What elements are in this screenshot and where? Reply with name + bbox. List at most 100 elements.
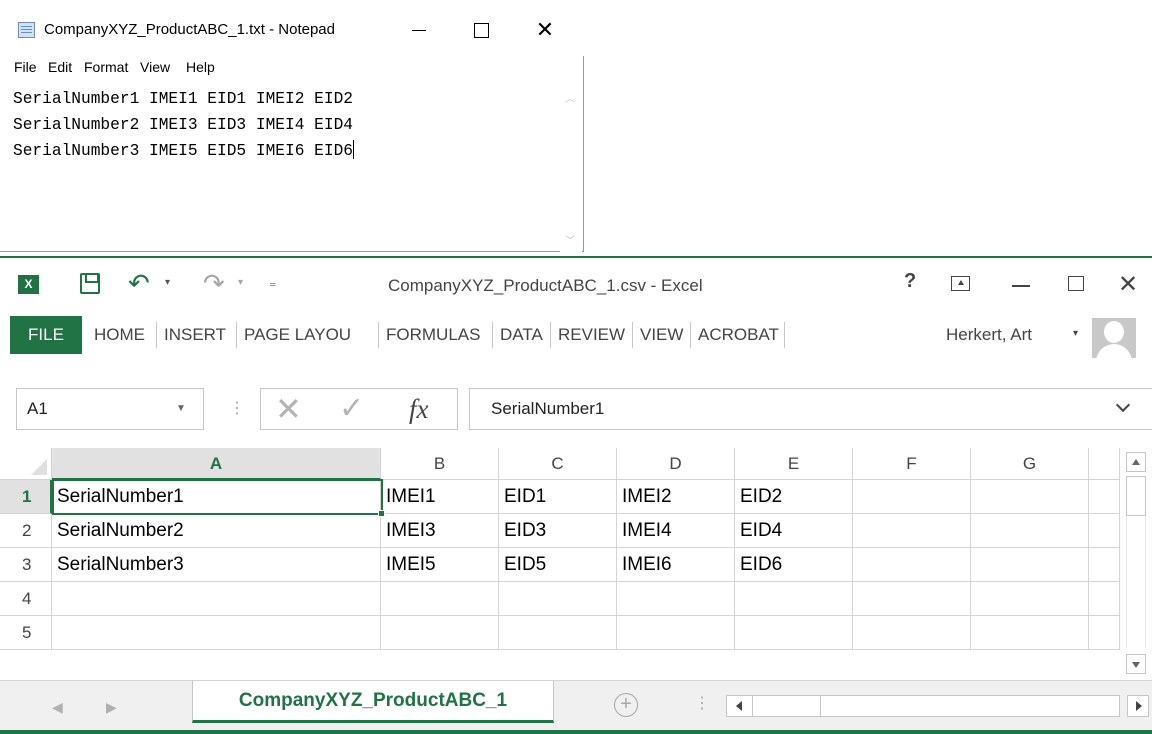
notepad-text-area[interactable]: SerialNumber1 IMEI1 EID1 IMEI2 EID2 Seri…	[0, 80, 560, 250]
scroll-down-icon[interactable]	[1126, 654, 1146, 674]
cell-d5[interactable]	[617, 616, 735, 650]
previous-sheet-icon[interactable]: ◀	[52, 699, 63, 716]
cell-g2[interactable]	[971, 514, 1089, 548]
redo-dropdown-icon[interactable]: ▾	[238, 277, 243, 288]
cell-e3[interactable]: EID6	[735, 548, 853, 582]
row-header-2[interactable]: 2	[0, 514, 52, 548]
cell-e1[interactable]: EID2	[735, 480, 853, 514]
excel-titlebar[interactable]: X ↶ ▾ ↷ ▾ ₌ CompanyXYZ_ProductABC_1.csv …	[0, 258, 1152, 308]
cell-g3[interactable]	[971, 548, 1089, 582]
cell-b1[interactable]: IMEI1	[381, 480, 499, 514]
select-all-button[interactable]	[0, 448, 52, 480]
row-header-4[interactable]: 4	[0, 582, 52, 616]
menu-edit[interactable]: Edit	[48, 59, 72, 75]
tab-insert[interactable]: INSERT	[164, 316, 226, 354]
chevron-down-icon[interactable]: ▾	[1073, 328, 1078, 339]
horizontal-scrollbar[interactable]	[726, 695, 1149, 717]
name-box-dropdown-icon[interactable]: ▼	[176, 403, 186, 414]
cell-b5[interactable]	[381, 616, 499, 650]
maximize-button[interactable]	[466, 18, 496, 42]
help-button[interactable]: ?	[904, 270, 916, 293]
minimize-button[interactable]	[1012, 285, 1030, 287]
cell-f5[interactable]	[853, 616, 971, 650]
cell-a5[interactable]	[52, 616, 381, 650]
close-button[interactable]: ✕	[1118, 270, 1138, 299]
cell-a2[interactable]: SerialNumber2	[52, 514, 381, 548]
menu-view[interactable]: View	[140, 59, 170, 75]
cell-d2[interactable]: IMEI4	[617, 514, 735, 548]
notepad-vertical-scrollbar[interactable]: ︿ ﹀	[560, 80, 582, 252]
menu-file[interactable]: File	[14, 59, 37, 75]
tab-page-layout[interactable]: PAGE LAYOU	[244, 316, 351, 354]
cell-c5[interactable]	[499, 616, 617, 650]
tab-review[interactable]: REVIEW	[558, 316, 625, 354]
scroll-right-icon[interactable]	[1127, 695, 1149, 717]
cell-f3[interactable]	[853, 548, 971, 582]
cell-c2[interactable]: EID3	[499, 514, 617, 548]
customize-toolbar-icon[interactable]: ₌	[269, 274, 276, 291]
column-header-b[interactable]: B	[381, 448, 499, 480]
menu-help[interactable]: Help	[186, 59, 215, 75]
tab-formulas[interactable]: FORMULAS	[386, 316, 480, 354]
cell-e2[interactable]: EID4	[735, 514, 853, 548]
row-header-3[interactable]: 3	[0, 548, 52, 582]
cell-b2[interactable]: IMEI3	[381, 514, 499, 548]
formula-input[interactable]: SerialNumber1	[469, 388, 1152, 430]
column-header-d[interactable]: D	[617, 448, 735, 480]
cell-e5[interactable]	[735, 616, 853, 650]
row-header-5[interactable]: 5	[0, 616, 52, 650]
tab-data[interactable]: DATA	[500, 316, 543, 354]
cell-f1[interactable]	[853, 480, 971, 514]
redo-icon[interactable]: ↷	[203, 268, 225, 299]
row-header-1[interactable]: 1	[0, 480, 52, 514]
cell-a4[interactable]	[52, 582, 381, 616]
worksheet-grid[interactable]: A B C D E F G 1 SerialNumber1 IMEI1 EID1 IMEI2 EID2 2…	[0, 448, 1120, 680]
notepad-titlebar[interactable]: CompanyXYZ_ProductABC_1.txt - Notepad ✕	[0, 0, 584, 56]
enter-check-icon[interactable]: ✓	[339, 389, 364, 429]
cell-c4[interactable]	[499, 582, 617, 616]
ribbon-display-options-icon[interactable]	[951, 276, 970, 291]
cell-b4[interactable]	[381, 582, 499, 616]
save-icon[interactable]	[80, 273, 100, 294]
cell-b3[interactable]: IMEI5	[381, 548, 499, 582]
avatar[interactable]	[1092, 318, 1136, 358]
tab-acrobat[interactable]: ACROBAT	[698, 316, 779, 354]
scroll-left-icon[interactable]	[727, 696, 753, 716]
cell-e4[interactable]	[735, 582, 853, 616]
column-header-a[interactable]: A	[52, 448, 381, 480]
cancel-icon[interactable]: ✕	[275, 389, 302, 429]
column-header-g[interactable]: G	[971, 448, 1089, 480]
sheet-tab[interactable]: CompanyXYZ_ProductABC_1	[192, 681, 554, 723]
cell-a3[interactable]: SerialNumber3	[52, 548, 381, 582]
cell-d3[interactable]: IMEI6	[617, 548, 735, 582]
cell-g1[interactable]	[971, 480, 1089, 514]
column-header-e[interactable]: E	[735, 448, 853, 480]
tab-split-handle-icon[interactable]: ⋮	[694, 693, 710, 713]
cell-g4[interactable]	[971, 582, 1089, 616]
scroll-down-icon[interactable]: ﹀	[565, 232, 577, 247]
undo-icon[interactable]: ↶	[128, 268, 150, 299]
add-sheet-icon[interactable]: +	[614, 693, 638, 717]
column-header-c[interactable]: C	[499, 448, 617, 480]
column-header-f[interactable]: F	[853, 448, 971, 480]
maximize-button[interactable]	[1068, 276, 1084, 291]
next-sheet-icon[interactable]: ▶	[106, 699, 117, 716]
cell-c1[interactable]: EID1	[499, 480, 617, 514]
minimize-button[interactable]	[404, 18, 434, 42]
menu-format[interactable]: Format	[84, 59, 128, 75]
cell-d1[interactable]: IMEI2	[617, 480, 735, 514]
cell-g5[interactable]	[971, 616, 1089, 650]
undo-dropdown-icon[interactable]: ▾	[165, 277, 170, 288]
cell-f2[interactable]	[853, 514, 971, 548]
cell-c3[interactable]: EID5	[499, 548, 617, 582]
scroll-thumb[interactable]	[1126, 476, 1146, 516]
tab-home[interactable]: HOME	[94, 316, 145, 354]
user-account[interactable]: Herkert, Art	[946, 316, 1032, 354]
close-button[interactable]: ✕	[530, 16, 560, 44]
scroll-up-icon[interactable]: ︿	[565, 90, 577, 105]
insert-function-icon[interactable]: fx	[409, 389, 429, 429]
tab-view[interactable]: VIEW	[640, 316, 683, 354]
vertical-scrollbar[interactable]	[1120, 448, 1152, 680]
fill-handle[interactable]	[378, 510, 385, 517]
cell-d4[interactable]	[617, 582, 735, 616]
